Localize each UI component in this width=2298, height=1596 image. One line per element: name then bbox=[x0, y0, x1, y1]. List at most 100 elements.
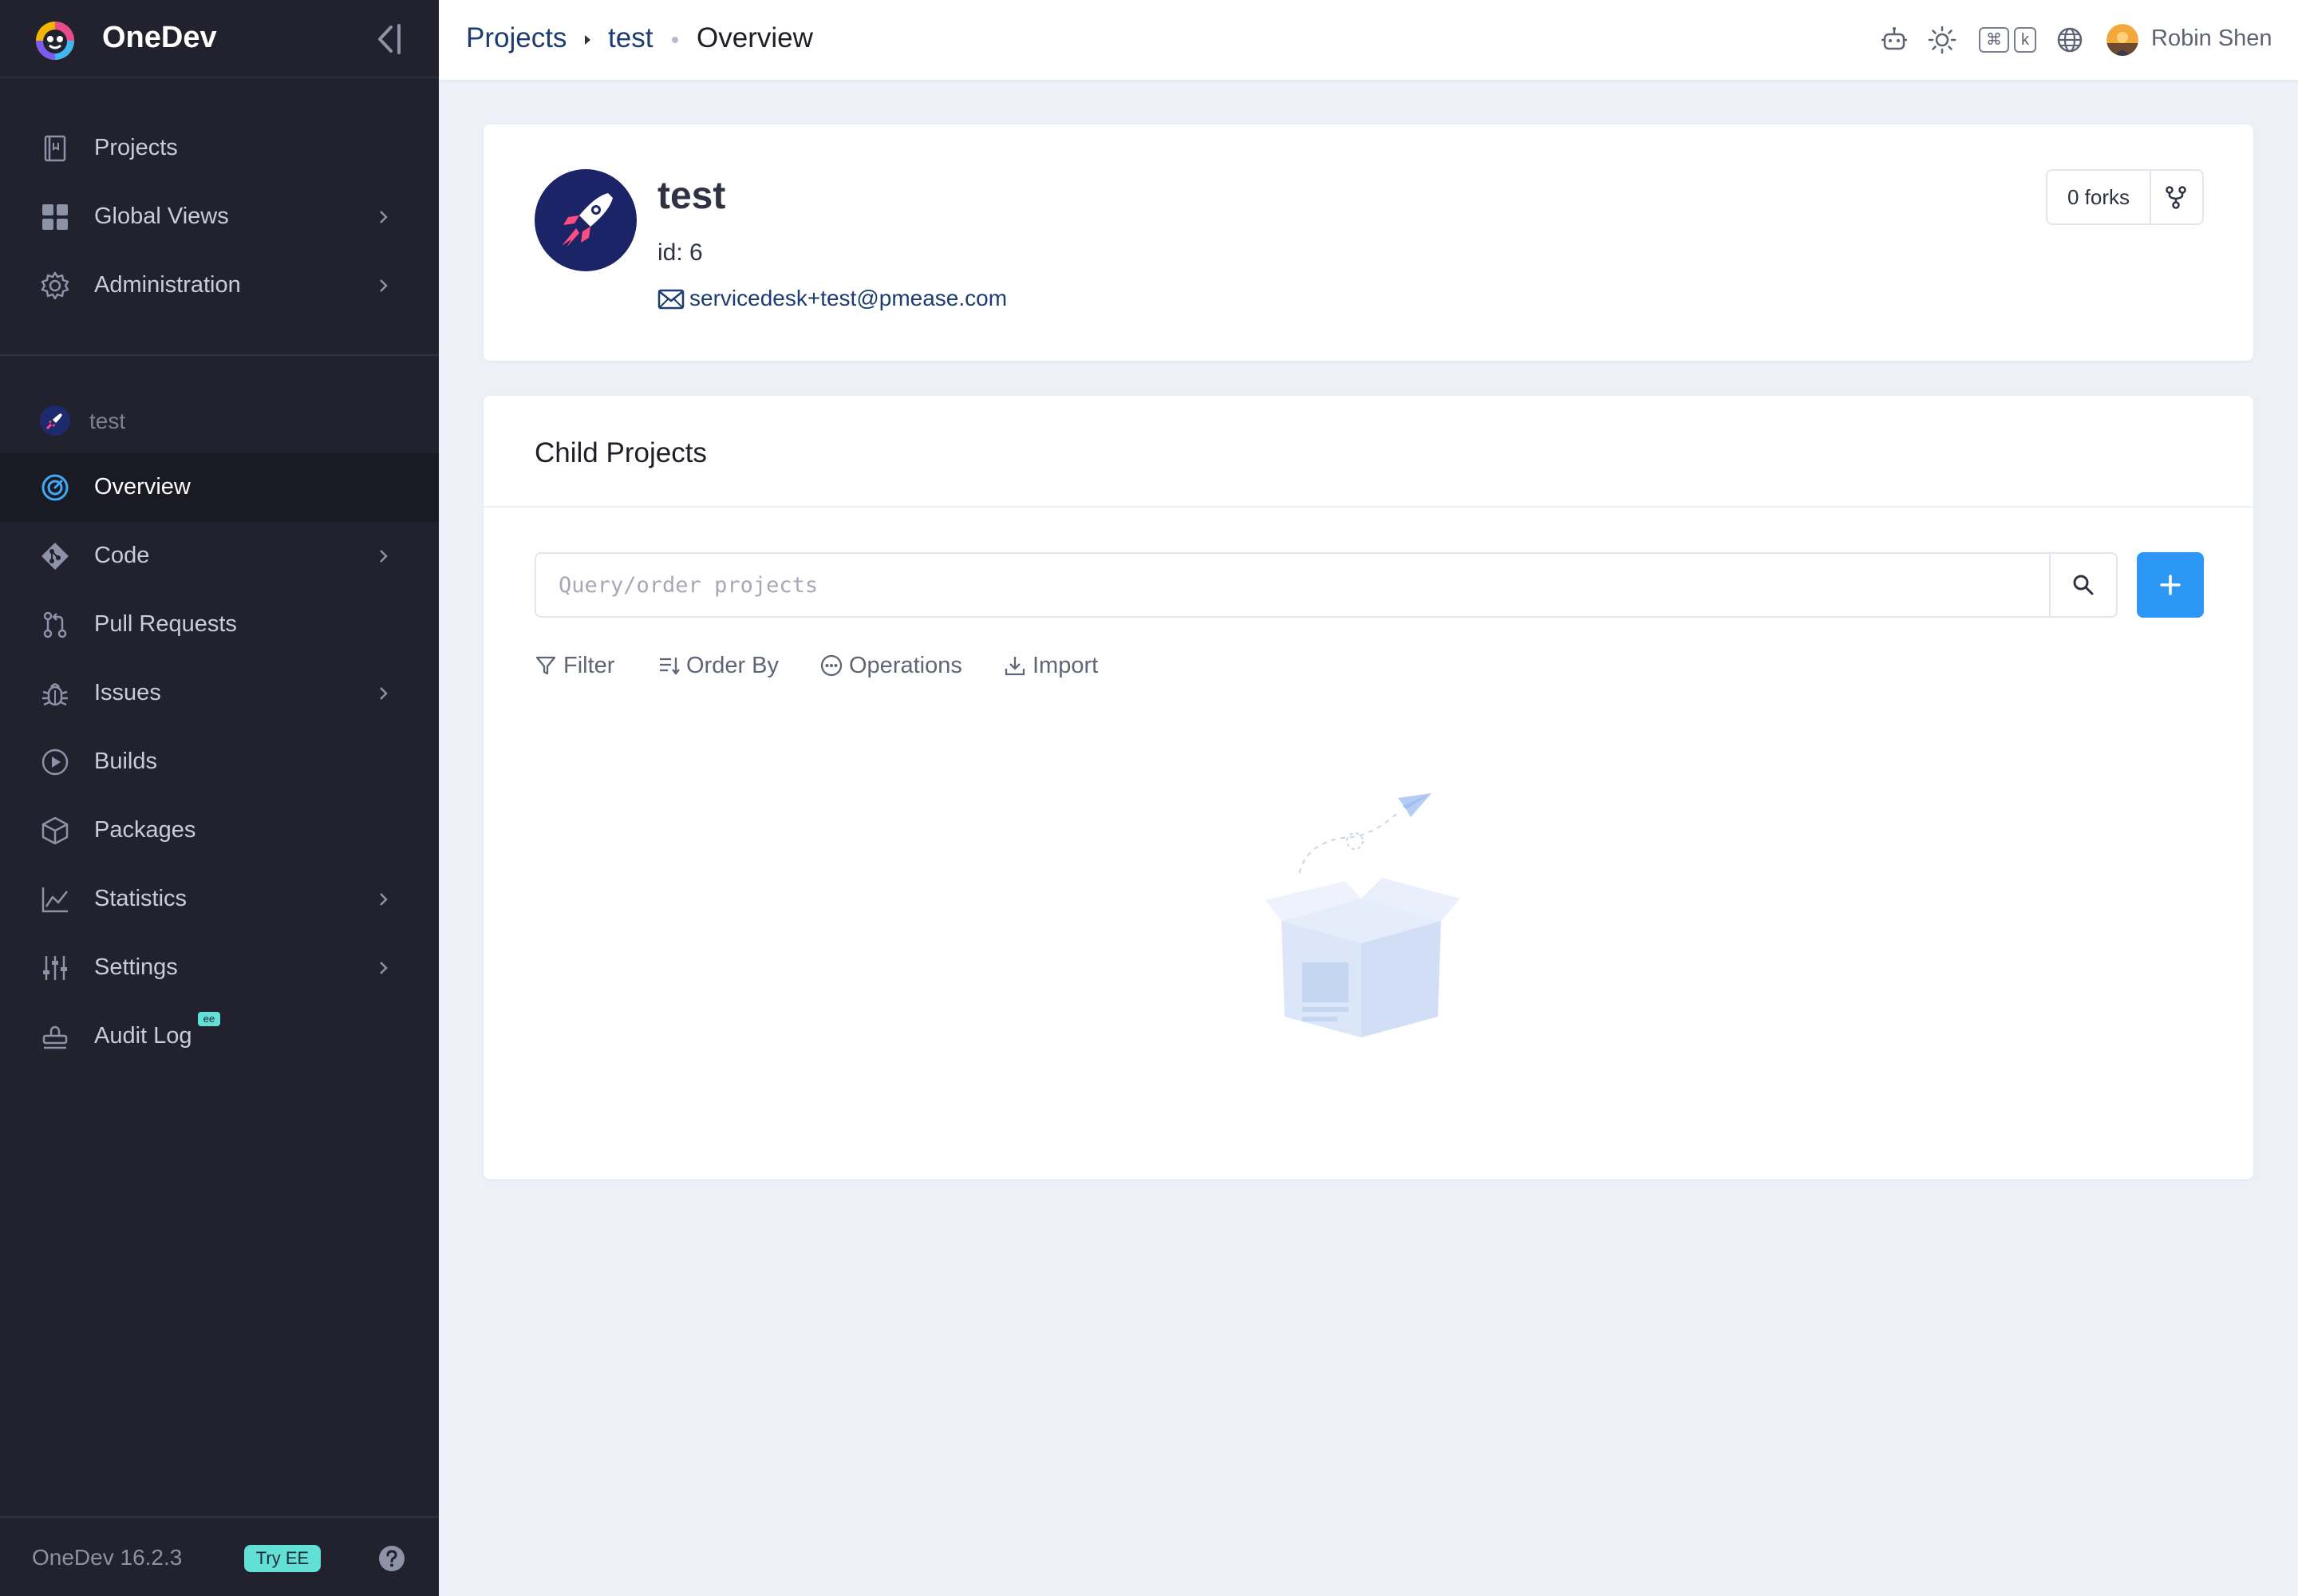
forks-count-button[interactable]: 0 forks bbox=[2047, 171, 2151, 223]
breadcrumb-projects[interactable]: Projects bbox=[466, 22, 567, 54]
ee-badge: ee bbox=[198, 1012, 220, 1026]
project-query-input[interactable] bbox=[536, 554, 2049, 616]
chevron-right-icon bbox=[380, 687, 388, 700]
sidebar-item-label: Administration bbox=[94, 272, 241, 298]
package-icon bbox=[41, 816, 69, 845]
collapse-sidebar-icon[interactable] bbox=[373, 21, 404, 57]
sidebar-item-label: Packages bbox=[94, 817, 196, 843]
sidebar-item-label: Audit Log bbox=[94, 1023, 192, 1049]
play-icon bbox=[41, 749, 69, 776]
sidebar: OneDev Projects Global Views Administrat… bbox=[0, 0, 439, 1596]
sidebar-item-label: Code bbox=[94, 543, 150, 568]
sidebar-item-label: Issues bbox=[94, 680, 161, 705]
sidebar-item-label: Builds bbox=[94, 749, 157, 774]
topbar: Projects test Overview ⌘ k Robin Shen bbox=[439, 0, 2298, 80]
user-avatar[interactable] bbox=[2106, 24, 2138, 56]
sidebar-item-administration[interactable]: Administration bbox=[0, 251, 439, 320]
order-by-label: Order By bbox=[686, 653, 780, 678]
operations-label: Operations bbox=[849, 653, 962, 678]
filter-button[interactable]: Filter bbox=[535, 651, 622, 683]
sidebar-divider bbox=[0, 354, 439, 356]
more-circle-icon bbox=[820, 654, 843, 677]
sidebar-item-label: Overview bbox=[94, 474, 191, 500]
sun-icon[interactable] bbox=[1928, 26, 1956, 54]
sidebar-item-packages[interactable]: Packages bbox=[0, 796, 439, 865]
fork-icon[interactable] bbox=[2164, 185, 2188, 209]
project-avatar bbox=[535, 169, 637, 271]
help-icon[interactable] bbox=[378, 1545, 405, 1572]
chevron-right-icon bbox=[380, 211, 388, 223]
card-divider bbox=[484, 506, 2253, 508]
project-query-box bbox=[535, 552, 2118, 618]
project-email-link[interactable]: servicedesk+test@pmease.com bbox=[689, 286, 1007, 311]
sidebar-item-settings[interactable]: Settings bbox=[0, 934, 439, 1002]
sidebar-project-name: test bbox=[89, 409, 126, 433]
sidebar-item-label: Statistics bbox=[94, 886, 188, 911]
child-projects-title: Child Projects bbox=[535, 437, 707, 468]
version-label: OneDev 16.2.3 bbox=[32, 1545, 183, 1570]
breadcrumb-project[interactable]: test bbox=[608, 22, 653, 54]
globe-icon[interactable] bbox=[2055, 26, 2084, 54]
sidebar-item-audit-log[interactable]: Audit Log ee bbox=[0, 1002, 439, 1071]
import-button[interactable]: Import bbox=[1004, 651, 1108, 683]
robot-icon[interactable] bbox=[1880, 26, 1909, 54]
sidebar-item-label: Settings bbox=[94, 954, 178, 980]
project-info-card: test id: 6 servicedesk+test@pmease.com 0… bbox=[484, 124, 2253, 361]
chevron-right-icon bbox=[380, 279, 388, 292]
pull-request-icon bbox=[43, 611, 67, 638]
sidebar-item-code[interactable]: Code bbox=[0, 522, 439, 591]
book-icon bbox=[44, 135, 66, 162]
shortcut-k-key[interactable]: k bbox=[2014, 27, 2036, 53]
sidebar-item-label: Global Views bbox=[94, 203, 229, 229]
plus-icon bbox=[2160, 575, 2181, 595]
sidebar-project-header[interactable]: test bbox=[0, 399, 439, 444]
chevron-right-icon bbox=[380, 550, 388, 563]
sort-icon bbox=[660, 658, 680, 675]
import-label: Import bbox=[1033, 653, 1099, 678]
chevron-right-icon bbox=[380, 893, 388, 906]
try-ee-button[interactable]: Try EE bbox=[244, 1545, 321, 1572]
operations-button[interactable]: Operations bbox=[820, 651, 972, 683]
filter-label: Filter bbox=[563, 653, 615, 678]
dot-separator-icon bbox=[672, 37, 678, 43]
sidebar-item-overview[interactable]: Overview bbox=[0, 453, 439, 522]
order-by-button[interactable]: Order By bbox=[657, 651, 793, 683]
sidebar-item-builds[interactable]: Builds bbox=[0, 728, 439, 796]
chevron-right-icon bbox=[380, 962, 388, 974]
project-name: test bbox=[657, 175, 726, 217]
stamp-icon bbox=[42, 1025, 68, 1049]
child-projects-card: Child Projects Filter Order By bbox=[484, 396, 2253, 1179]
empty-box-illustration bbox=[1265, 793, 1460, 1037]
sidebar-item-statistics[interactable]: Statistics bbox=[0, 865, 439, 934]
project-id: id: 6 bbox=[657, 239, 703, 266]
sidebar-item-global-views[interactable]: Global Views bbox=[0, 183, 439, 251]
user-avatar-icon bbox=[2106, 24, 2138, 56]
add-child-project-button[interactable] bbox=[2137, 552, 2204, 618]
sidebar-item-pull-requests[interactable]: Pull Requests bbox=[0, 591, 439, 659]
sidebar-item-projects[interactable]: Projects bbox=[0, 114, 439, 183]
chart-line-icon bbox=[41, 887, 68, 913]
search-icon bbox=[2073, 575, 2094, 595]
sidebar-item-label: Projects bbox=[94, 135, 178, 160]
gear-icon bbox=[41, 271, 69, 300]
caret-right-icon bbox=[585, 35, 590, 45]
breadcrumb-current: Overview bbox=[697, 22, 813, 53]
brand-header: OneDev bbox=[0, 0, 439, 78]
git-icon bbox=[41, 543, 69, 570]
bug-icon bbox=[42, 683, 68, 706]
sidebar-item-label: Pull Requests bbox=[94, 611, 237, 637]
search-button[interactable] bbox=[2049, 554, 2116, 616]
app-name: OneDev bbox=[102, 21, 217, 54]
sliders-icon bbox=[43, 956, 67, 980]
grid-icon bbox=[42, 204, 68, 230]
download-icon bbox=[1005, 657, 1025, 676]
user-name[interactable]: Robin Shen bbox=[2151, 26, 2272, 52]
onedev-logo-icon[interactable] bbox=[32, 18, 78, 64]
sidebar-item-issues[interactable]: Issues bbox=[0, 659, 439, 728]
envelope-icon bbox=[657, 289, 685, 310]
gauge-icon bbox=[41, 474, 69, 501]
project-avatar-icon bbox=[40, 405, 70, 436]
shortcut-cmd-key[interactable]: ⌘ bbox=[1979, 27, 2009, 53]
forks-group: 0 forks bbox=[2046, 169, 2204, 225]
filter-icon bbox=[535, 656, 556, 675]
